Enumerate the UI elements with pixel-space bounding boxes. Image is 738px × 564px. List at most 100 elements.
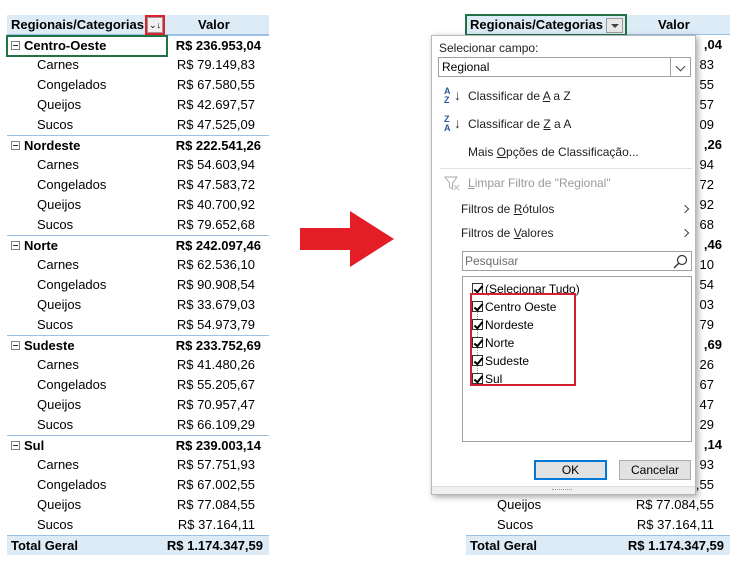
- grand-total-row[interactable]: Total Geral R$ 1.174.347,59: [466, 535, 730, 555]
- grand-total-row[interactable]: Total Geral R$ 1.174.347,59: [7, 535, 269, 555]
- category-label: Queijos: [37, 197, 82, 212]
- grand-total-label: Total Geral: [11, 538, 78, 553]
- partial-value: 10: [699, 257, 714, 272]
- region-row[interactable]: Norte R$ 242.097,46: [7, 235, 269, 255]
- category-row[interactable]: Carnes R$ 79.149,83: [7, 55, 269, 75]
- sort-desc-icon: Z A ↓: [444, 114, 461, 133]
- chevron-down-icon[interactable]: [606, 18, 623, 33]
- region-row[interactable]: Sudeste R$ 233.752,69: [7, 335, 269, 355]
- category-row[interactable]: Carnes R$ 62.536,10: [7, 255, 269, 275]
- partial-value: 26: [699, 357, 714, 372]
- grand-total-value: R$ 1.174.347,59: [166, 538, 263, 553]
- category-row[interactable]: Sucos R$ 66.109,29: [7, 415, 269, 435]
- category-value: R$ 47.525,09: [176, 117, 255, 132]
- chevron-right-icon: [680, 204, 690, 214]
- partial-value: 54: [699, 277, 714, 292]
- category-row[interactable]: Queijos R$ 40.700,92: [7, 195, 269, 215]
- search-input[interactable]: Pesquisar: [462, 251, 692, 271]
- category-row[interactable]: Queijos R$ 77.084,55: [466, 495, 730, 515]
- partial-value: 94: [699, 157, 714, 172]
- category-value: R$ 55.205,67: [176, 377, 255, 392]
- category-value: R$ 37.164,11: [636, 517, 714, 532]
- region-row[interactable]: Nordeste R$ 222.541,26: [7, 135, 269, 155]
- header-valor: Valor: [198, 17, 230, 32]
- category-label: Carnes: [37, 357, 79, 372]
- category-label: Carnes: [37, 457, 79, 472]
- minus-box-icon[interactable]: [11, 141, 20, 150]
- menu-sort-asc[interactable]: Classificar de A a Z: [468, 86, 571, 106]
- partial-value: 72: [699, 177, 714, 192]
- region-total: R$ 222.541,26: [175, 138, 261, 153]
- menu-value-filters[interactable]: Filtros de Valores: [461, 223, 554, 243]
- grand-total-label: Total Geral: [470, 538, 537, 553]
- category-label: Congelados: [37, 477, 107, 492]
- category-value: R$ 33.679,03: [176, 297, 255, 312]
- field-select-value: Regional: [442, 60, 490, 74]
- ok-button[interactable]: OK: [534, 460, 607, 480]
- menu-sort-desc[interactable]: Classificar de Z a A: [468, 114, 571, 134]
- category-value: R$ 42.697,57: [176, 97, 255, 112]
- category-value: R$ 70.957,47: [176, 397, 255, 412]
- category-row[interactable]: Sucos R$ 79.652,68: [7, 215, 269, 235]
- category-row[interactable]: Queijos R$ 77.084,55: [7, 495, 269, 515]
- region-row[interactable]: Sul R$ 239.003,14: [7, 435, 269, 455]
- menu-more-sort-options[interactable]: Mais Opções de Classificação...: [468, 142, 639, 162]
- category-label: Carnes: [37, 57, 79, 72]
- category-row[interactable]: Congelados R$ 67.002,55: [7, 475, 269, 495]
- category-row[interactable]: Carnes R$ 41.480,26: [7, 355, 269, 375]
- category-row[interactable]: Carnes R$ 57.751,93: [7, 455, 269, 475]
- category-value: R$ 37.164,11: [177, 517, 255, 532]
- category-value: R$ 41.480,26: [176, 357, 255, 372]
- partial-value: 55: [699, 77, 714, 92]
- partial-value: ,55: [695, 477, 714, 492]
- partial-value: ,69: [703, 337, 722, 352]
- category-label: Sucos: [37, 417, 74, 432]
- field-select[interactable]: Regional: [438, 57, 691, 77]
- partial-value: ,26: [703, 137, 722, 152]
- minus-box-icon[interactable]: [11, 441, 20, 450]
- category-label: Queijos: [37, 497, 82, 512]
- partial-value: 57: [699, 97, 714, 112]
- category-row[interactable]: Congelados R$ 67.580,55: [7, 75, 269, 95]
- category-label: Carnes: [37, 157, 79, 172]
- category-row[interactable]: Congelados R$ 90.908,54: [7, 275, 269, 295]
- category-value: R$ 47.583,72: [176, 177, 255, 192]
- filter-sort-icon[interactable]: ⌄↓: [147, 17, 163, 33]
- category-row[interactable]: Sucos R$ 37.164,11: [466, 515, 730, 535]
- region-total: R$ 233.752,69: [175, 338, 261, 353]
- partial-value: 92: [699, 197, 714, 212]
- category-value: R$ 40.700,92: [176, 197, 255, 212]
- partial-value: ,14: [703, 437, 722, 452]
- resize-grip[interactable]: [432, 486, 695, 494]
- category-row[interactable]: Sucos R$ 47.525,09: [7, 115, 269, 135]
- partial-value: 79: [699, 317, 714, 332]
- category-row[interactable]: Congelados R$ 47.583,72: [7, 175, 269, 195]
- region-total: R$ 242.097,46: [175, 238, 261, 253]
- category-row[interactable]: Congelados R$ 55.205,67: [7, 375, 269, 395]
- category-label: Carnes: [37, 257, 79, 272]
- minus-box-icon[interactable]: [11, 341, 20, 350]
- category-row[interactable]: Queijos R$ 70.957,47: [7, 395, 269, 415]
- category-label: Congelados: [37, 177, 107, 192]
- category-row[interactable]: Queijos R$ 42.697,57: [7, 95, 269, 115]
- grip-dots: [552, 489, 572, 492]
- sort-asc-icon: A Z ↓: [444, 86, 461, 105]
- category-row[interactable]: Sucos R$ 54.973,79: [7, 315, 269, 335]
- chevron-down-icon[interactable]: [670, 58, 690, 76]
- category-label: Sucos: [37, 217, 74, 232]
- region-label: Norte: [24, 238, 58, 253]
- menu-clear-filter[interactable]: Limpar Filtro de "Regional": [468, 173, 611, 193]
- category-row[interactable]: Carnes R$ 54.603,94: [7, 155, 269, 175]
- region-total: R$ 239.003,14: [175, 438, 261, 453]
- region-row[interactable]: Centro-Oeste R$ 236.953,04: [6, 35, 269, 57]
- partial-value: 03: [699, 297, 714, 312]
- left-pivot-table: Regionais/Categorias ⌄↓ Valor Centro-Oes…: [6, 15, 269, 555]
- minus-box-icon[interactable]: [11, 241, 20, 250]
- search-icon[interactable]: [673, 254, 688, 269]
- header-regionais[interactable]: Regionais/Categorias: [11, 15, 144, 35]
- category-value: R$ 62.536,10: [176, 257, 255, 272]
- category-row[interactable]: Sucos R$ 37.164,11: [7, 515, 269, 535]
- category-row[interactable]: Queijos R$ 33.679,03: [7, 295, 269, 315]
- cancel-button[interactable]: Cancelar: [619, 460, 691, 480]
- menu-label-filters[interactable]: Filtros de Rótulos: [461, 199, 554, 219]
